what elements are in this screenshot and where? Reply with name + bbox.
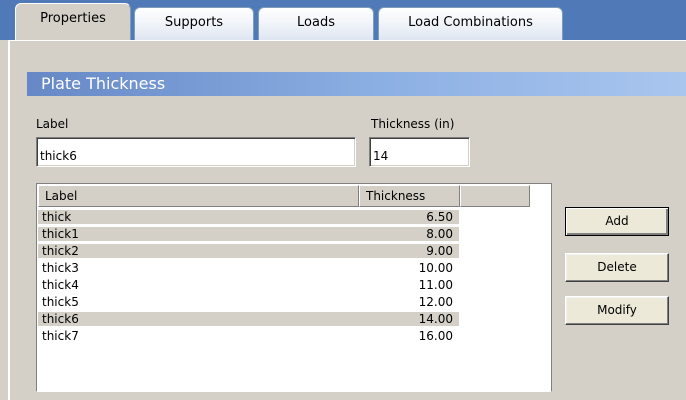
row-label: thick7 (42, 329, 79, 343)
table-row[interactable]: thick4 11.00 (38, 278, 459, 292)
row-thickness: 11.00 (418, 278, 453, 292)
thickness-input[interactable] (369, 137, 470, 167)
add-button[interactable]: Add (565, 207, 669, 236)
tab-strip: Properties Supports Loads Load Combinati… (0, 0, 686, 41)
table-row[interactable]: thick6 14.00 (38, 312, 459, 326)
thickness-caption: Thickness (in) (371, 117, 455, 131)
row-label: thick (42, 210, 72, 224)
row-thickness: 6.50 (426, 210, 453, 224)
column-header-label[interactable]: Label (38, 185, 359, 207)
tab-load-combinations-label: Load Combinations (408, 15, 533, 30)
row-thickness: 12.00 (418, 295, 453, 309)
section-header: Plate Thickness (27, 72, 686, 96)
thickness-list[interactable]: Label Thickness thick 6.50 thick1 8.00 thick… (36, 183, 552, 392)
row-label: thick1 (42, 227, 79, 241)
label-caption: Label (36, 117, 69, 131)
table-row[interactable]: thick 6.50 (38, 210, 459, 224)
table-row[interactable]: thick2 9.00 (38, 244, 459, 258)
row-label: thick5 (42, 295, 79, 309)
row-thickness: 9.00 (426, 244, 453, 258)
table-row[interactable]: thick3 10.00 (38, 261, 459, 275)
section-title: Plate Thickness (41, 74, 166, 93)
row-label: thick3 (42, 261, 79, 275)
tab-supports-label: Supports (164, 15, 224, 30)
column-header-thickness[interactable]: Thickness (359, 185, 460, 207)
tab-supports[interactable]: Supports (134, 7, 254, 40)
table-row[interactable]: thick1 8.00 (38, 227, 459, 241)
tab-loads-label: Loads (297, 15, 335, 30)
row-label: thick6 (42, 312, 79, 326)
tab-load-combinations[interactable]: Load Combinations (378, 7, 563, 40)
delete-button[interactable]: Delete (565, 253, 669, 282)
table-row[interactable]: thick5 12.00 (38, 295, 459, 309)
row-thickness: 16.00 (418, 329, 453, 343)
column-header-empty (460, 185, 530, 207)
row-label: thick4 (42, 278, 79, 292)
tab-properties[interactable]: Properties (15, 3, 131, 41)
label-input[interactable] (36, 137, 356, 167)
tab-properties-label: Properties (40, 11, 106, 26)
table-row[interactable]: thick7 16.00 (38, 329, 459, 343)
row-thickness: 8.00 (426, 227, 453, 241)
row-thickness: 14.00 (418, 312, 453, 326)
tab-loads[interactable]: Loads (258, 7, 374, 40)
modify-button[interactable]: Modify (565, 296, 669, 325)
row-thickness: 10.00 (418, 261, 453, 275)
row-label: thick2 (42, 244, 79, 258)
